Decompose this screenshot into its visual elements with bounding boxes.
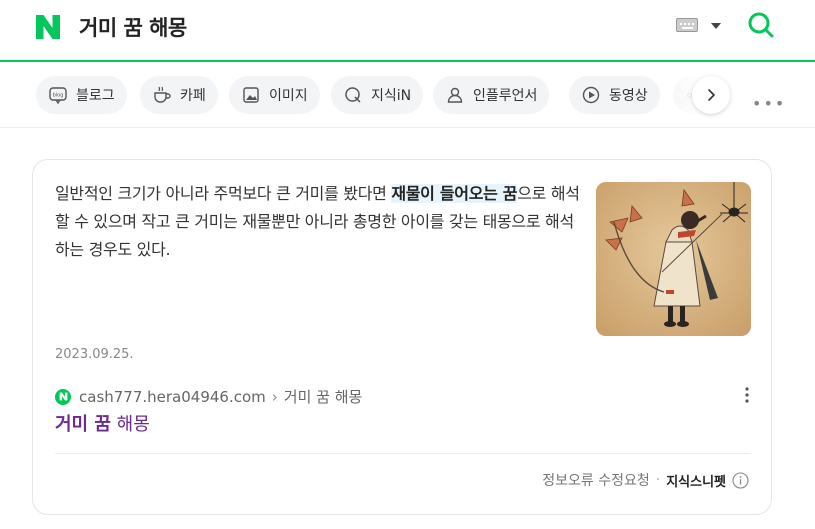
title-rest: 해몽 (110, 414, 150, 435)
snippet-text: 일반적인 크기가 아니라 주먹보다 큰 거미를 봤다면 재물이 들어오는 꿈으로… (55, 180, 583, 264)
svg-text:blog: blog (53, 93, 64, 99)
kin-icon (345, 87, 361, 103)
breadcrumb-separator: › (271, 387, 278, 406)
search-header: 거미 꿈 해몽 (0, 0, 815, 62)
more-icon[interactable]: ••• (752, 94, 786, 113)
chevron-right-icon (708, 89, 715, 101)
knowledge-snippet-card: 일반적인 크기가 아니라 주먹보다 큰 거미를 봤다면 재물이 들어오는 꿈으로… (32, 159, 772, 515)
report-error-link[interactable]: 정보오류 수정요청 (542, 470, 650, 490)
source-row[interactable]: cash777.hera04946.com › 거미 꿈 해몽 (55, 386, 362, 407)
snippet-date: 2023.09.25. (55, 347, 134, 362)
kebab-menu-icon[interactable] (745, 387, 749, 403)
card-divider (55, 453, 751, 454)
chevron-down-icon[interactable] (711, 23, 721, 29)
title-keyword: 거미 꿈 (55, 414, 111, 435)
snippet-before: 일반적인 크기가 아니라 주먹보다 큰 거미를 봤다면 (55, 184, 392, 203)
footer-dot: · (655, 472, 661, 488)
tabs-next-button[interactable] (692, 76, 730, 114)
info-icon[interactable] (732, 471, 749, 489)
card-footer: 정보오류 수정요청 · 지식스니펫 (542, 470, 749, 490)
search-query[interactable]: 거미 꿈 해몽 (79, 12, 187, 42)
result-title-link[interactable]: 거미 꿈 해몽 (55, 410, 150, 436)
tab-label: 블로그 (76, 88, 115, 104)
search-tabs: blog 블로그 카페 이미지 지식iN 인플루언서 동영상 ••• (0, 64, 815, 128)
tab-label: 지식iN (371, 88, 412, 104)
tab-cafe[interactable]: 카페 (140, 76, 218, 114)
tab-label: 카페 (180, 88, 206, 104)
person-icon (447, 87, 463, 103)
search-icon[interactable] (747, 11, 775, 39)
blog-icon: blog (49, 87, 67, 105)
cafe-icon (154, 86, 171, 103)
tab-image[interactable]: 이미지 (229, 76, 320, 114)
source-favicon-icon (55, 388, 71, 405)
naver-logo-icon[interactable] (34, 13, 62, 41)
tab-video[interactable]: 동영상 (569, 76, 660, 114)
tab-label: 이미지 (269, 88, 308, 104)
snippet-highlight: 재물이 들어오는 꿈 (391, 184, 518, 203)
keyboard-icon[interactable] (676, 18, 698, 32)
tab-label: 인플루언서 (473, 88, 538, 104)
image-icon (243, 87, 259, 103)
tab-label: 동영상 (609, 88, 648, 104)
source-path[interactable]: 거미 꿈 해몽 (284, 386, 363, 407)
tab-kin[interactable]: 지식iN (331, 76, 424, 114)
tab-blog[interactable]: blog 블로그 (36, 76, 127, 114)
snippet-thumbnail[interactable] (596, 182, 751, 336)
knowledge-snippet-brand: 지식스니펫 (666, 474, 726, 490)
tab-influencer[interactable]: 인플루언서 (433, 76, 550, 114)
play-icon (582, 86, 600, 104)
source-url[interactable]: cash777.hera04946.com (79, 388, 266, 406)
